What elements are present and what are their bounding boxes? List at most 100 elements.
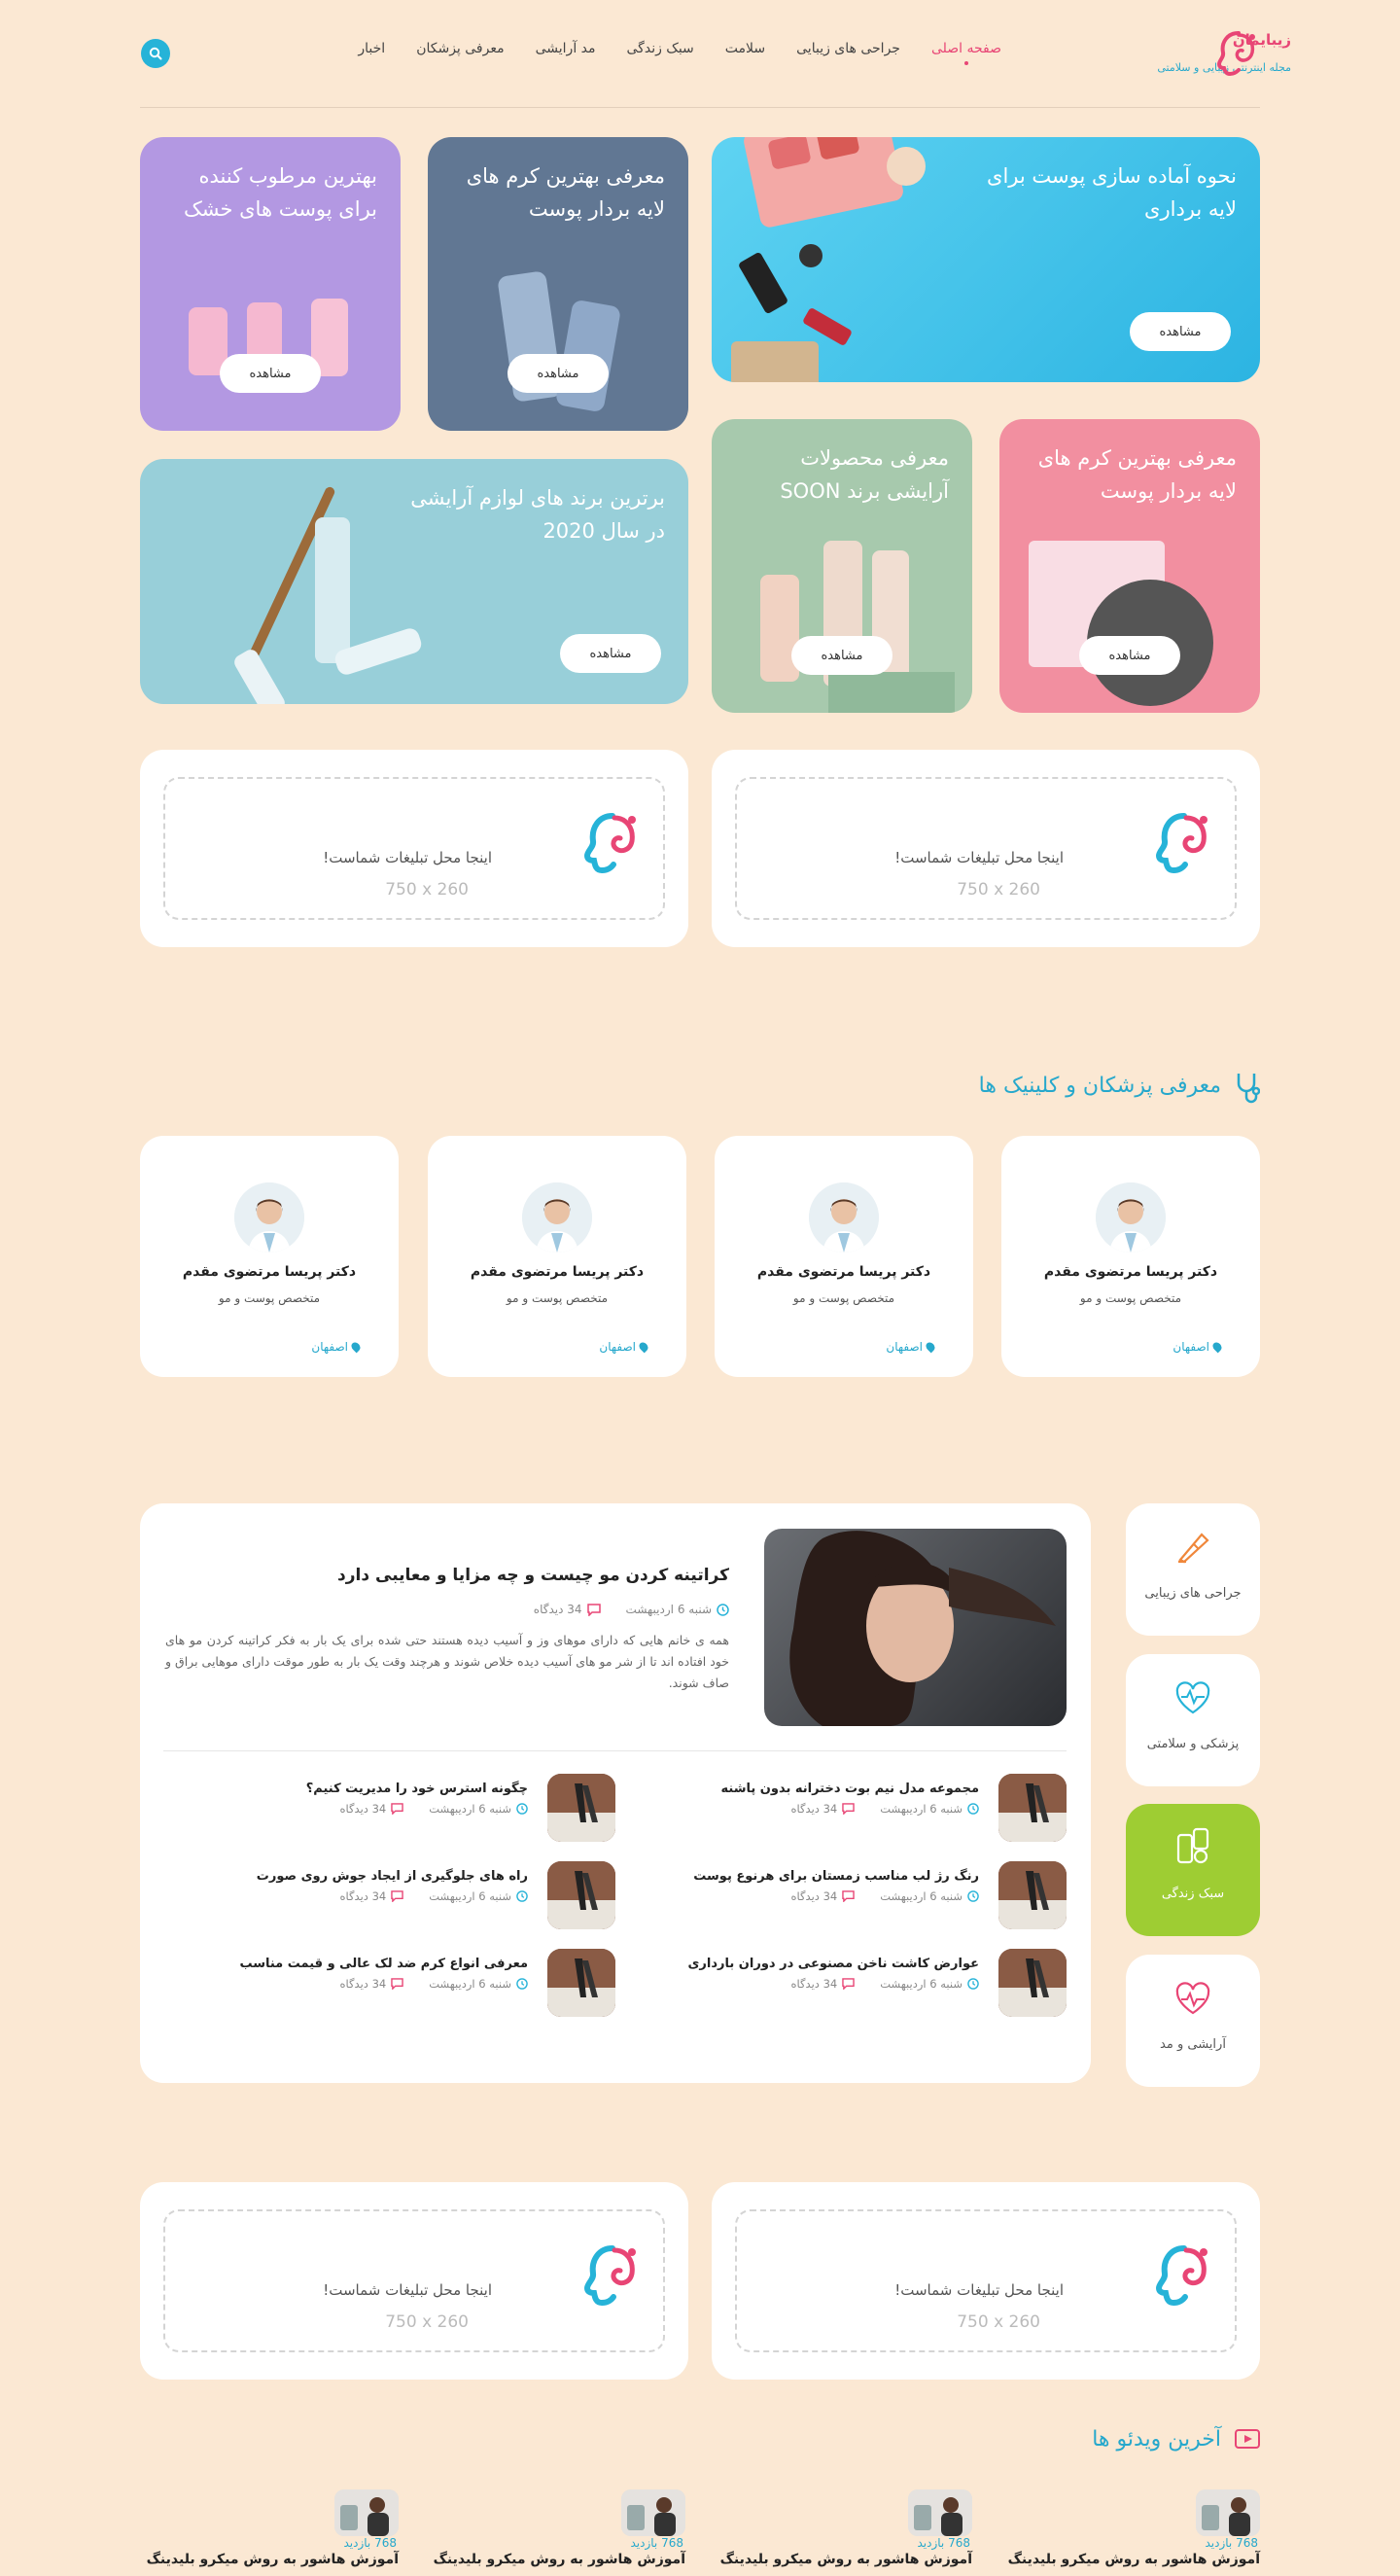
- article-meta: شنبه 6 اردیبهشت 34 دیدگاه: [340, 1802, 528, 1816]
- doctor-name[interactable]: دکتر پریسا مرتضوی مقدم: [715, 1264, 973, 1280]
- category-cosmetic-surgery[interactable]: جراحی های زیبایی: [1126, 1503, 1260, 1636]
- article-title[interactable]: معرفی انواع کرم ضد لک عالی و قیمت مناسب: [239, 1957, 528, 1971]
- main-nav: صفحه اصلی جراحی های زیبایی سلامت سبک زند…: [358, 41, 1001, 65]
- banner-title: بهترین مرطوب کننده برای پوست های خشک: [183, 164, 377, 221]
- scalpel-icon: [1178, 1533, 1209, 1564]
- comment-icon: [586, 1603, 601, 1616]
- video-views: 768 بازدید: [343, 2536, 398, 2550]
- view-button[interactable]: مشاهده: [508, 354, 609, 393]
- view-button[interactable]: مشاهده: [1130, 312, 1231, 351]
- video-title[interactable]: آموزش هاشور به روش میکرو بلیدینگ: [1008, 2552, 1260, 2567]
- nav-item-doctors[interactable]: معرفی پزشکان: [416, 41, 504, 56]
- ad-banner[interactable]: اینجا محل تبلیغات شماست! 750 x 260: [712, 2182, 1260, 2380]
- doctor-city: اصفهان: [599, 1340, 650, 1354]
- comment-icon: [842, 1890, 855, 1902]
- article-thumb[interactable]: [998, 1774, 1067, 1842]
- brand-face-icon: [1155, 2245, 1208, 2307]
- category-fashion[interactable]: آرایشی و مد: [1126, 1955, 1260, 2087]
- banner-title: برترین برند های لوازم آرایشی در سال 2020: [410, 486, 665, 543]
- nav-item-health[interactable]: سلامت: [725, 41, 765, 56]
- featured-article-image[interactable]: [764, 1529, 1067, 1726]
- ad-banner[interactable]: اینجا محل تبلیغات شماست! 750 x 260: [140, 750, 688, 947]
- category-health[interactable]: پزشکی و سلامتی: [1126, 1654, 1260, 1786]
- doctor-name[interactable]: دکتر پریسا مرتضوی مقدم: [140, 1264, 399, 1280]
- product-stand-image: [828, 672, 955, 713]
- ad-text: اینجا محل تبلیغات شماست!: [894, 2281, 1064, 2299]
- nav-item-home[interactable]: صفحه اصلی: [931, 41, 1001, 65]
- stethoscope-icon: [1237, 1074, 1260, 1104]
- video-thumb[interactable]: [1196, 2489, 1260, 2536]
- banner-title: معرفی محصولات آرایشی برند SOON: [780, 446, 949, 503]
- view-button[interactable]: مشاهده: [791, 636, 892, 675]
- nav-item-fashion[interactable]: مد آرایشی: [536, 41, 596, 56]
- article-thumb[interactable]: [998, 1949, 1067, 2017]
- ad-size: 750 x 260: [957, 880, 1040, 900]
- ad-size: 750 x 260: [957, 2312, 1040, 2332]
- ad-banner[interactable]: اینجا محل تبلیغات شماست! 750 x 260: [712, 750, 1260, 947]
- nav-item-cosmetic-surgery[interactable]: جراحی های زیبایی: [796, 41, 900, 56]
- doctor-specialty: متخصص پوست و مو: [792, 1291, 895, 1305]
- article-thumb[interactable]: [998, 1861, 1067, 1929]
- doctors-section-title: معرفی پزشکان و کلینیک ها: [978, 1074, 1221, 1098]
- article-date: شنبه 6 اردیبهشت: [625, 1603, 712, 1616]
- articles-divider: [163, 1750, 1067, 1751]
- video-views: 768 بازدید: [917, 2536, 971, 2550]
- doctor-card[interactable]: دکتر پریسا مرتضوی مقدم متخصص پوست و مو ا…: [715, 1136, 973, 1377]
- map-pin-icon: [349, 1340, 363, 1354]
- video-title[interactable]: آموزش هاشور به روش میکرو بلیدینگ: [434, 2552, 685, 2567]
- featured-article-meta: شنبه 6 اردیبهشت 34 دیدگاه: [534, 1603, 729, 1616]
- nav-item-news[interactable]: اخبار: [358, 41, 385, 56]
- article-title[interactable]: رنگ رژ لب مناسب زمستان برای هرنوع پوست: [693, 1869, 979, 1884]
- doctor-avatar: [522, 1182, 592, 1253]
- clock-icon: [967, 1803, 979, 1815]
- featured-article-title[interactable]: کراتینه کردن مو چیست و چه مزایا و معایبی…: [337, 1566, 729, 1585]
- article-meta: شنبه 6 اردیبهشت 34 دیدگاه: [340, 1889, 528, 1903]
- ad-size: 750 x 260: [385, 880, 469, 900]
- doctor-avatar: [234, 1182, 304, 1253]
- doctor-card[interactable]: دکتر پریسا مرتضوی مقدم متخصص پوست و مو ا…: [1001, 1136, 1260, 1377]
- doctor-specialty: متخصص پوست و مو: [218, 1291, 321, 1305]
- doctor-card[interactable]: دکتر پریسا مرتضوی مقدم متخصص پوست و مو ا…: [428, 1136, 686, 1377]
- banner-soon-products[interactable]: معرفی محصولات آرایشی برند SOON مشاهده: [712, 419, 972, 713]
- doctor-name[interactable]: دکتر پریسا مرتضوی مقدم: [1001, 1264, 1260, 1280]
- video-title[interactable]: آموزش هاشور به روش میکرو بلیدینگ: [720, 2552, 972, 2567]
- ad-text: اینجا محل تبلیغات شماست!: [323, 2281, 492, 2299]
- makeup-products-image: [712, 137, 955, 382]
- clock-icon: [516, 1890, 528, 1902]
- ad-banner[interactable]: اینجا محل تبلیغات شماست! 750 x 260: [140, 2182, 688, 2380]
- video-thumb[interactable]: [908, 2489, 972, 2536]
- doctor-avatar: [809, 1182, 879, 1253]
- doctor-card[interactable]: دکتر پریسا مرتضوی مقدم متخصص پوست و مو ا…: [140, 1136, 399, 1377]
- brand-face-icon: [583, 813, 636, 874]
- view-button[interactable]: مشاهده: [1079, 636, 1180, 675]
- article-meta: شنبه 6 اردیبهشت 34 دیدگاه: [340, 1977, 528, 1991]
- view-button[interactable]: مشاهده: [560, 634, 661, 673]
- article-thumb[interactable]: [547, 1774, 615, 1842]
- video-title[interactable]: آموزش هاشور به روش میکرو بلیدینگ: [147, 2552, 399, 2567]
- banner-moisturizer[interactable]: بهترین مرطوب کننده برای پوست های خشک مشا…: [140, 137, 401, 431]
- doctor-city: اصفهان: [311, 1340, 363, 1354]
- article-title[interactable]: راه های جلوگیری از ایجاد جوش روی صورت: [257, 1869, 528, 1884]
- banner-top-brands[interactable]: برترین برند های لوازم آرایشی در سال 2020…: [140, 459, 688, 704]
- video-thumb[interactable]: [621, 2489, 685, 2536]
- article-title[interactable]: عوارض کاشت ناخن مصنوعی در دوران بارداری: [688, 1957, 980, 1971]
- comment-icon: [391, 1890, 403, 1902]
- banner-skin-prep[interactable]: نحوه آماده سازی پوست برای لایه برداری مش…: [712, 137, 1260, 382]
- doctor-name[interactable]: دکتر پریسا مرتضوی مقدم: [428, 1264, 686, 1280]
- comment-icon: [842, 1803, 855, 1815]
- doctor-specialty: متخصص پوست و مو: [506, 1291, 609, 1305]
- logo-icon[interactable]: [1209, 27, 1262, 80]
- view-button[interactable]: مشاهده: [220, 354, 321, 393]
- nav-item-lifestyle[interactable]: سبک زندگی: [627, 41, 694, 56]
- search-button[interactable]: [141, 39, 170, 68]
- brand-face-icon: [583, 2245, 636, 2307]
- category-lifestyle[interactable]: سبک زندگی: [1126, 1804, 1260, 1936]
- clock-icon: [516, 1978, 528, 1990]
- article-title[interactable]: مجموعه مدل نیم بوت دخترانه بدون پاشنه: [721, 1782, 979, 1796]
- banner-peeling-creams-2[interactable]: معرفی بهترین کرم های لایه بردار پوست مشا…: [999, 419, 1260, 713]
- banner-peeling-creams[interactable]: معرفی بهترین کرم های لایه بردار پوست مشا…: [428, 137, 688, 431]
- article-thumb[interactable]: [547, 1861, 615, 1929]
- article-thumb[interactable]: [547, 1949, 615, 2017]
- video-thumb[interactable]: [334, 2489, 399, 2536]
- article-title[interactable]: چگونه استرس خود را مدیریت کنیم؟: [306, 1782, 528, 1796]
